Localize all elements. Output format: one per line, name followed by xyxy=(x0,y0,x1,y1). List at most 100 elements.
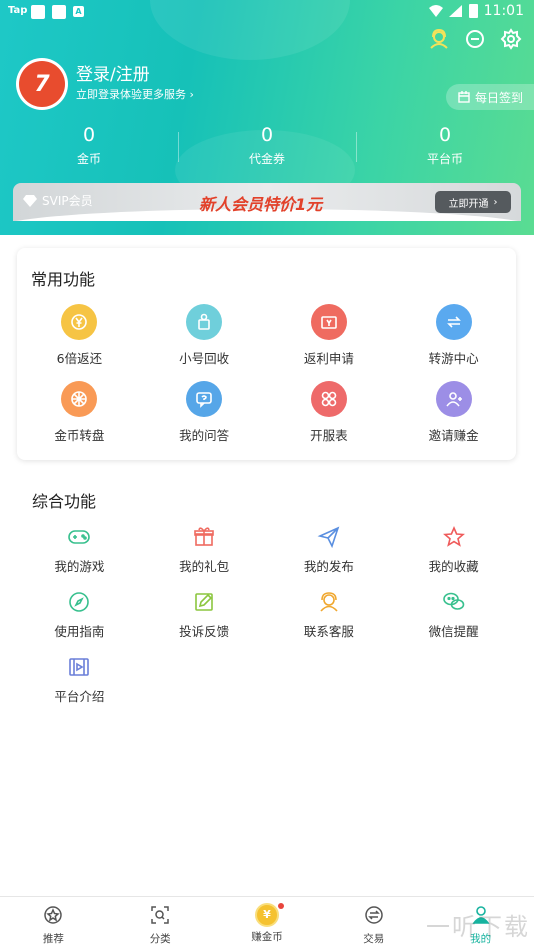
clock: 11:01 xyxy=(483,3,524,19)
service-icon xyxy=(315,589,343,615)
svip-banner[interactable]: SVIP会员 新人会员特价1元 立即开通 › xyxy=(13,183,521,221)
customer-service-icon[interactable] xyxy=(428,28,450,50)
recycle-icon xyxy=(186,304,223,340)
nav-label: 赚金币 xyxy=(251,931,283,943)
function-label: 微信提醒 xyxy=(428,624,479,639)
nav-trade[interactable]: 交易 xyxy=(320,897,427,950)
function-recycle[interactable]: 小号回收 xyxy=(142,304,267,367)
edit-icon xyxy=(190,589,218,615)
function-label: 我的礼包 xyxy=(179,559,230,574)
function-label: 我的问答 xyxy=(179,428,230,443)
open-svip-button[interactable]: 立即开通 › xyxy=(435,191,511,213)
video-icon xyxy=(65,654,93,680)
compass-icon xyxy=(65,589,93,615)
header-actions xyxy=(428,28,522,50)
stat-vouchers[interactable]: 0 代金券 xyxy=(178,124,356,174)
open-svip-label: 立即开通 xyxy=(448,198,489,210)
coin-icon: ¥ xyxy=(254,903,279,927)
stats-row: 0 金币 0 代金券 0 平台币 xyxy=(0,124,534,174)
stat-platform-coins[interactable]: 0 平台币 xyxy=(356,124,534,174)
nav-recommend[interactable]: 推荐 xyxy=(0,897,107,950)
wechat-icon xyxy=(440,589,468,615)
function-server-list[interactable]: 开服表 xyxy=(267,381,392,444)
yen-cycle-icon xyxy=(61,304,98,340)
server-icon xyxy=(310,381,347,417)
function-label: 邀请赚金 xyxy=(428,428,479,443)
calendar-icon xyxy=(458,91,470,103)
function-label: 小号回收 xyxy=(179,351,230,366)
svip-promo: 新人会员特价1元 xyxy=(199,195,323,214)
function-guide[interactable]: 使用指南 xyxy=(17,589,142,640)
login-title[interactable]: 登录/注册 xyxy=(76,60,150,85)
wheel-icon xyxy=(61,381,98,417)
gift-icon xyxy=(190,524,218,550)
transfer-icon xyxy=(435,304,472,340)
settings-icon[interactable] xyxy=(500,28,522,50)
function-label: 开服表 xyxy=(310,428,348,443)
avatar[interactable]: 7 xyxy=(16,58,68,110)
function-my-posts[interactable]: 我的发布 xyxy=(267,524,392,575)
function-my-favorites[interactable]: 我的收藏 xyxy=(391,524,516,575)
function-feedback[interactable]: 投诉反馈 xyxy=(142,589,267,640)
message-icon[interactable] xyxy=(464,28,486,50)
function-platform-intro[interactable]: 平台介绍 xyxy=(17,654,142,705)
function-label: 使用指南 xyxy=(54,624,105,639)
section-title: 常用功能 xyxy=(31,270,96,289)
function-label: 转游中心 xyxy=(428,351,479,366)
header: Tap A 11:01 7 登录/注册 立即登录体验更多服务 › 每日签到 0 … xyxy=(0,0,534,235)
nav-earn-coins[interactable]: ¥ 赚金币 xyxy=(214,897,321,950)
function-6x-return[interactable]: 6倍返还 xyxy=(17,304,142,367)
wifi-icon xyxy=(428,5,443,17)
notification-dot xyxy=(277,903,284,909)
stat-label: 代金券 xyxy=(248,152,285,166)
function-wheel[interactable]: 金币转盘 xyxy=(17,381,142,444)
function-my-games[interactable]: 我的游戏 xyxy=(17,524,142,575)
daily-signin-button[interactable]: 每日签到 xyxy=(446,84,534,110)
function-my-gifts[interactable]: 我的礼包 xyxy=(142,524,267,575)
status-right: 11:01 xyxy=(428,3,524,19)
carrier-label: Tap xyxy=(8,5,28,16)
nav-label: 推荐 xyxy=(42,933,64,945)
stat-label: 平台币 xyxy=(426,152,463,166)
chevron-right-icon: › xyxy=(493,196,498,208)
signal-icon xyxy=(448,5,462,17)
stat-value: 0 xyxy=(82,124,96,146)
star-icon xyxy=(440,524,468,550)
function-transfer[interactable]: 转游中心 xyxy=(391,304,516,367)
gamepad-icon xyxy=(65,524,93,550)
section-title: 综合功能 xyxy=(32,492,97,511)
diamond-icon xyxy=(23,194,37,207)
common-functions-card: 常用功能 6倍返还 小号回收 返利申请 转游中心 金币转盘 我的问答 开服表 邀… xyxy=(17,248,516,460)
svip-label: SVIP会员 xyxy=(23,192,93,209)
function-invite[interactable]: 邀请赚金 xyxy=(391,381,516,444)
recommend-icon xyxy=(44,906,63,924)
login-subtitle[interactable]: 立即登录体验更多服务 › xyxy=(76,86,194,102)
function-rebate[interactable]: 返利申请 xyxy=(267,304,392,367)
nav-category[interactable]: 分类 xyxy=(107,897,214,950)
bottom-navigation: 推荐 分类 ¥ 赚金币 交易 我的 一听下载 xyxy=(0,896,534,950)
function-wechat-reminder[interactable]: 微信提醒 xyxy=(391,589,516,640)
function-label: 金币转盘 xyxy=(54,428,105,443)
composite-functions-grid: 我的游戏 我的礼包 我的发布 我的收藏 使用指南 投诉反馈 联系客服 微信提醒 … xyxy=(17,524,516,705)
notification-icon xyxy=(31,5,45,19)
trade-icon xyxy=(365,906,383,924)
watermark: 一听下载 xyxy=(426,913,530,941)
send-icon xyxy=(315,524,343,550)
function-customer-service[interactable]: 联系客服 xyxy=(267,589,392,640)
daily-signin-label: 每日签到 xyxy=(475,90,524,105)
stat-coins[interactable]: 0 金币 xyxy=(0,124,178,174)
rebate-icon xyxy=(310,304,347,340)
function-label: 平台介绍 xyxy=(54,689,105,704)
svip-label-text: SVIP会员 xyxy=(42,194,93,208)
nav-label: 分类 xyxy=(149,933,171,945)
status-bar: Tap A 11:01 xyxy=(0,0,534,24)
function-qa[interactable]: 我的问答 xyxy=(142,381,267,444)
function-label: 我的发布 xyxy=(303,559,354,574)
nav-label: 交易 xyxy=(363,933,385,945)
function-label: 6倍返还 xyxy=(56,351,103,366)
category-icon xyxy=(151,906,169,924)
common-functions-grid: 6倍返还 小号回收 返利申请 转游中心 金币转盘 我的问答 开服表 邀请赚金 xyxy=(17,304,516,444)
notification-icon xyxy=(52,5,66,19)
battery-icon xyxy=(468,4,478,18)
function-label: 我的游戏 xyxy=(54,559,105,574)
